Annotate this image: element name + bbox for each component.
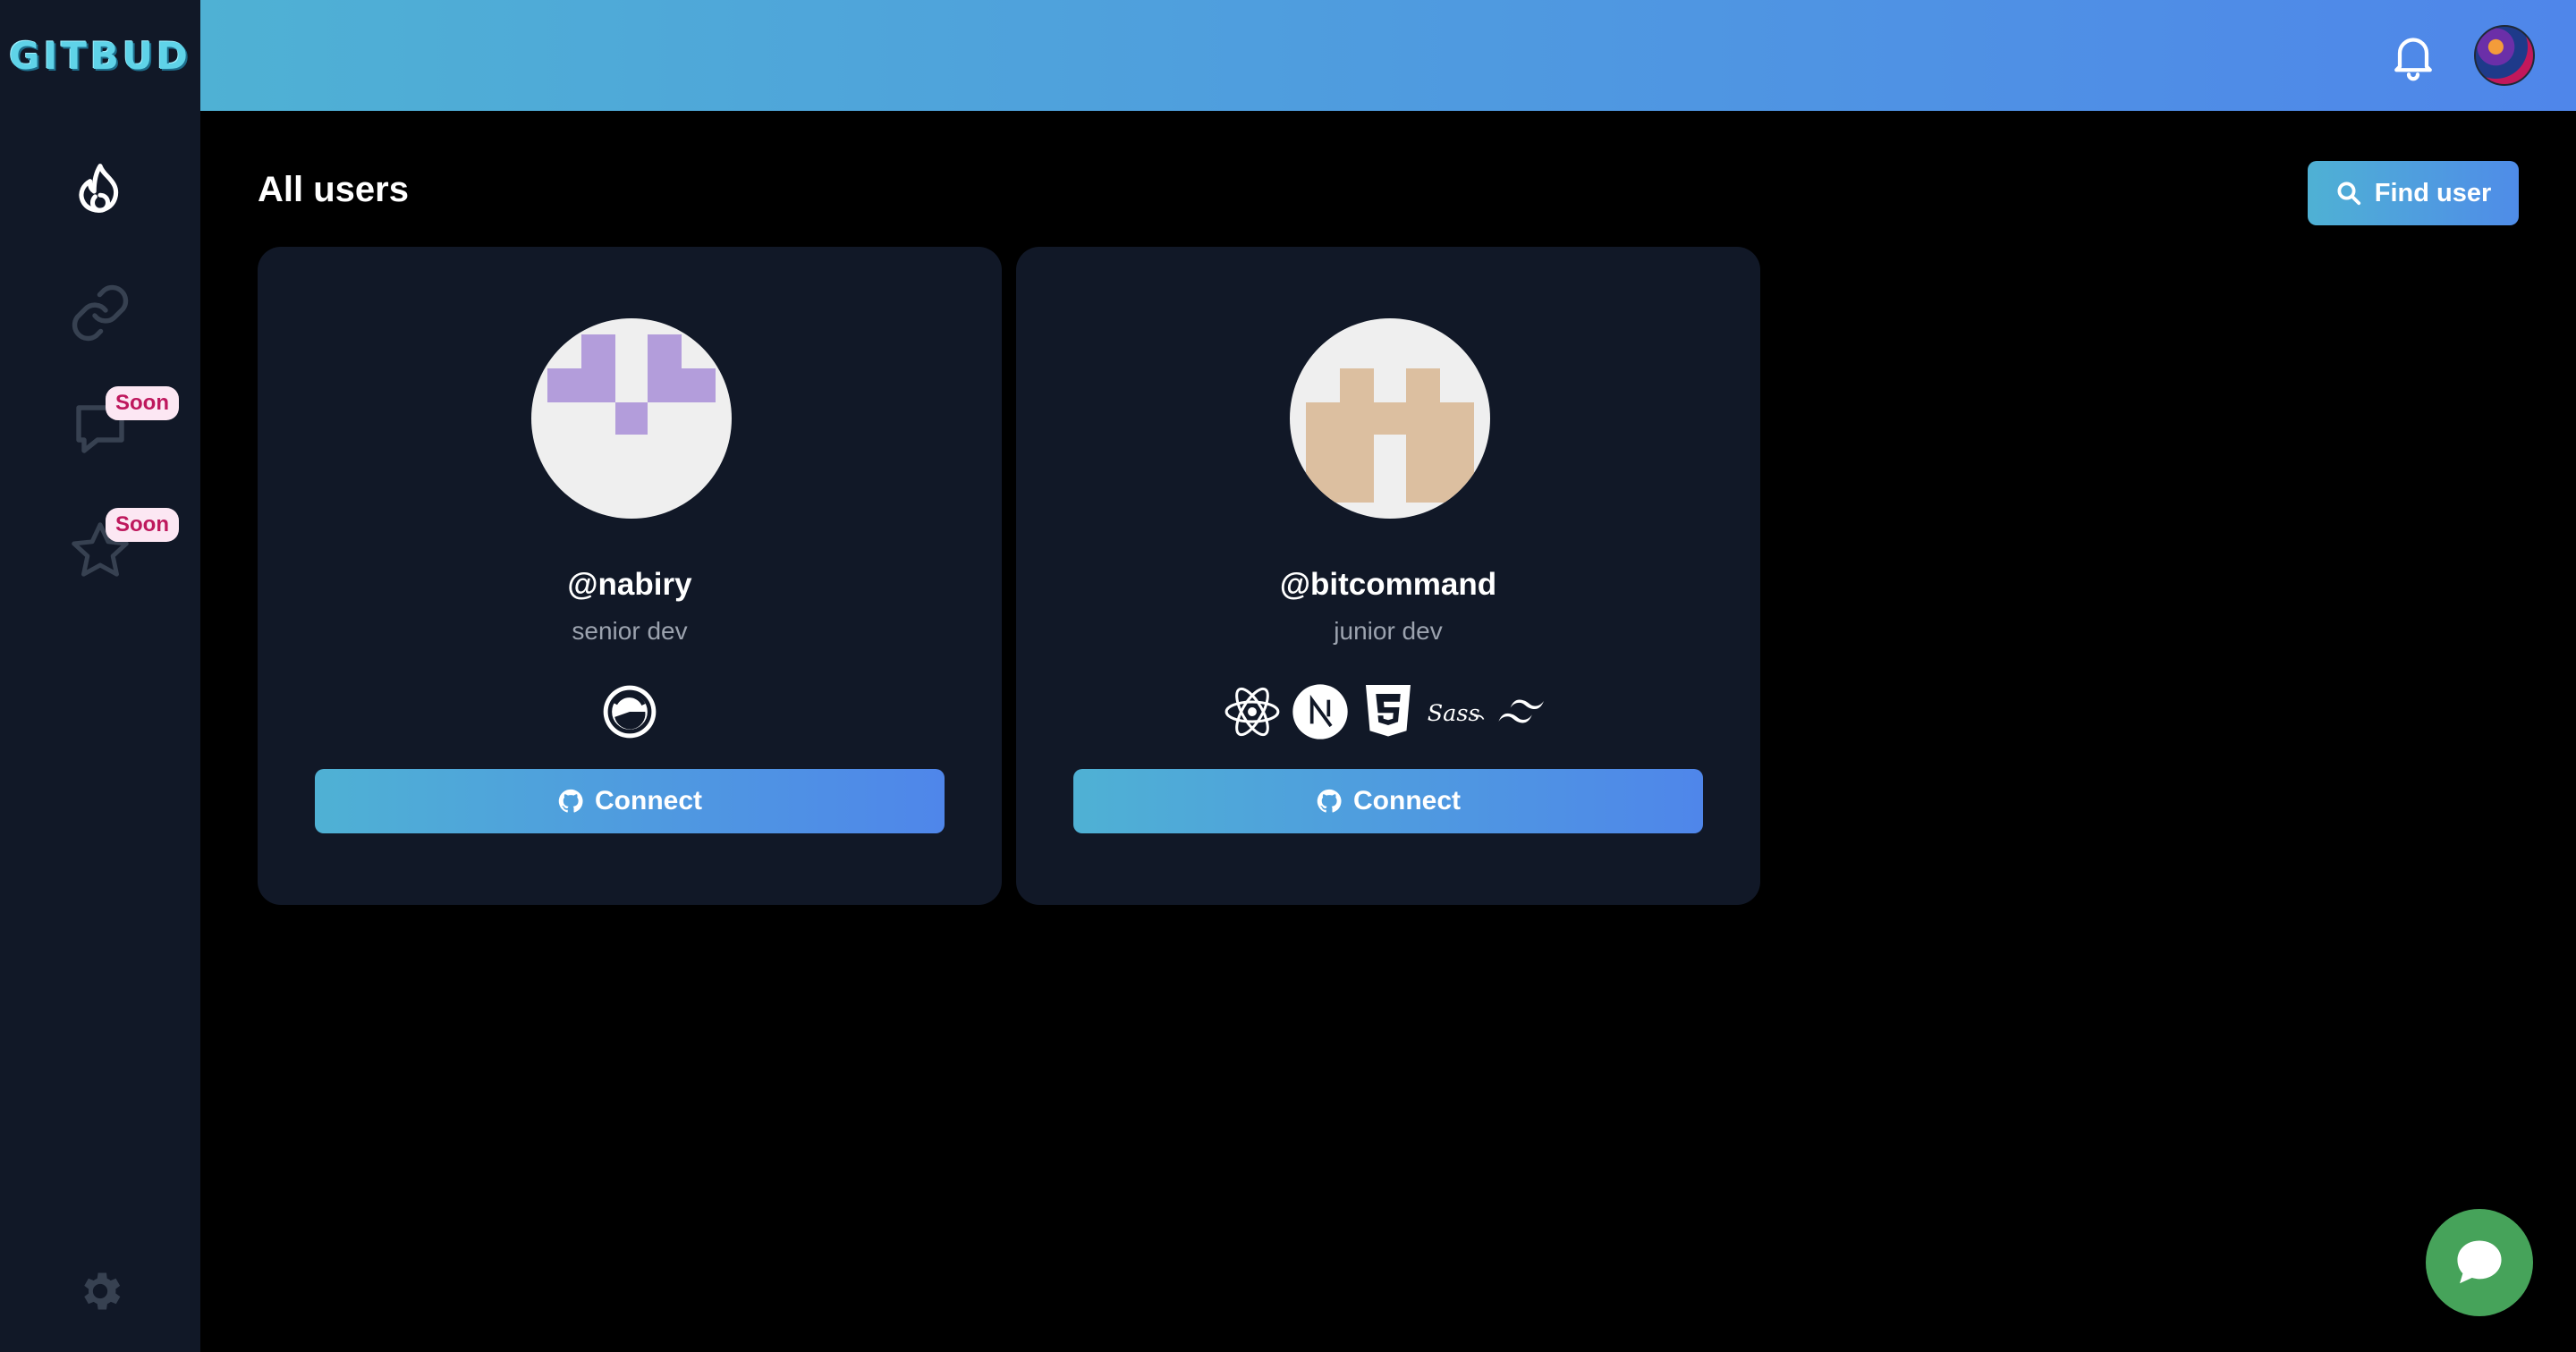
search-icon [2337, 182, 2360, 206]
logo-text: GITBUD [9, 33, 191, 78]
user-role: junior dev [1334, 617, 1443, 645]
css3-icon [1358, 681, 1419, 742]
connect-button[interactable]: Connect [1073, 769, 1703, 833]
flame-icon [79, 164, 119, 213]
connect-label: Connect [1353, 786, 1461, 815]
sidebar-item-connections[interactable] [55, 268, 145, 358]
link-icon [72, 284, 129, 342]
svg-text:Sass: Sass [1428, 700, 1480, 727]
settings-button[interactable] [55, 1246, 145, 1336]
connect-label: Connect [595, 786, 702, 815]
chat-icon [2457, 1240, 2502, 1284]
sidebar-item-hot[interactable] [55, 147, 145, 236]
skill-list [258, 681, 1002, 742]
soon-badge: Soon [106, 386, 179, 420]
user-card: @nabiry senior dev Connect [258, 247, 1002, 905]
chat-button[interactable] [2426, 1209, 2533, 1316]
github-icon [1317, 789, 1342, 813]
user-role: senior dev [572, 617, 688, 645]
user-card: @bitcommand junior dev Sass Connect [1016, 247, 1760, 905]
tailwind-icon [1494, 681, 1555, 742]
gatsby-icon [599, 681, 660, 742]
top-bar [200, 0, 2576, 111]
bell-icon[interactable] [2386, 29, 2440, 82]
logo[interactable]: GITBUD [0, 0, 200, 111]
find-user-label: Find user [2374, 178, 2492, 207]
avatar [1290, 318, 1490, 519]
user-avatar[interactable] [2474, 25, 2535, 86]
react-icon [1222, 681, 1283, 742]
sidebar: GITBUD Soon Soon [0, 0, 200, 1352]
sass-icon: Sass [1426, 681, 1487, 742]
find-user-button[interactable]: Find user [2308, 161, 2519, 225]
gear-icon [84, 1272, 121, 1310]
nextjs-icon [1290, 681, 1351, 742]
connect-button[interactable]: Connect [315, 769, 945, 833]
page-title: All users [258, 170, 409, 209]
avatar [531, 318, 732, 519]
soon-badge: Soon [106, 508, 179, 542]
user-handle: @nabiry [567, 567, 692, 602]
user-handle: @bitcommand [1279, 567, 1497, 602]
github-icon [558, 789, 583, 813]
skill-list: Sass [1016, 681, 1760, 742]
